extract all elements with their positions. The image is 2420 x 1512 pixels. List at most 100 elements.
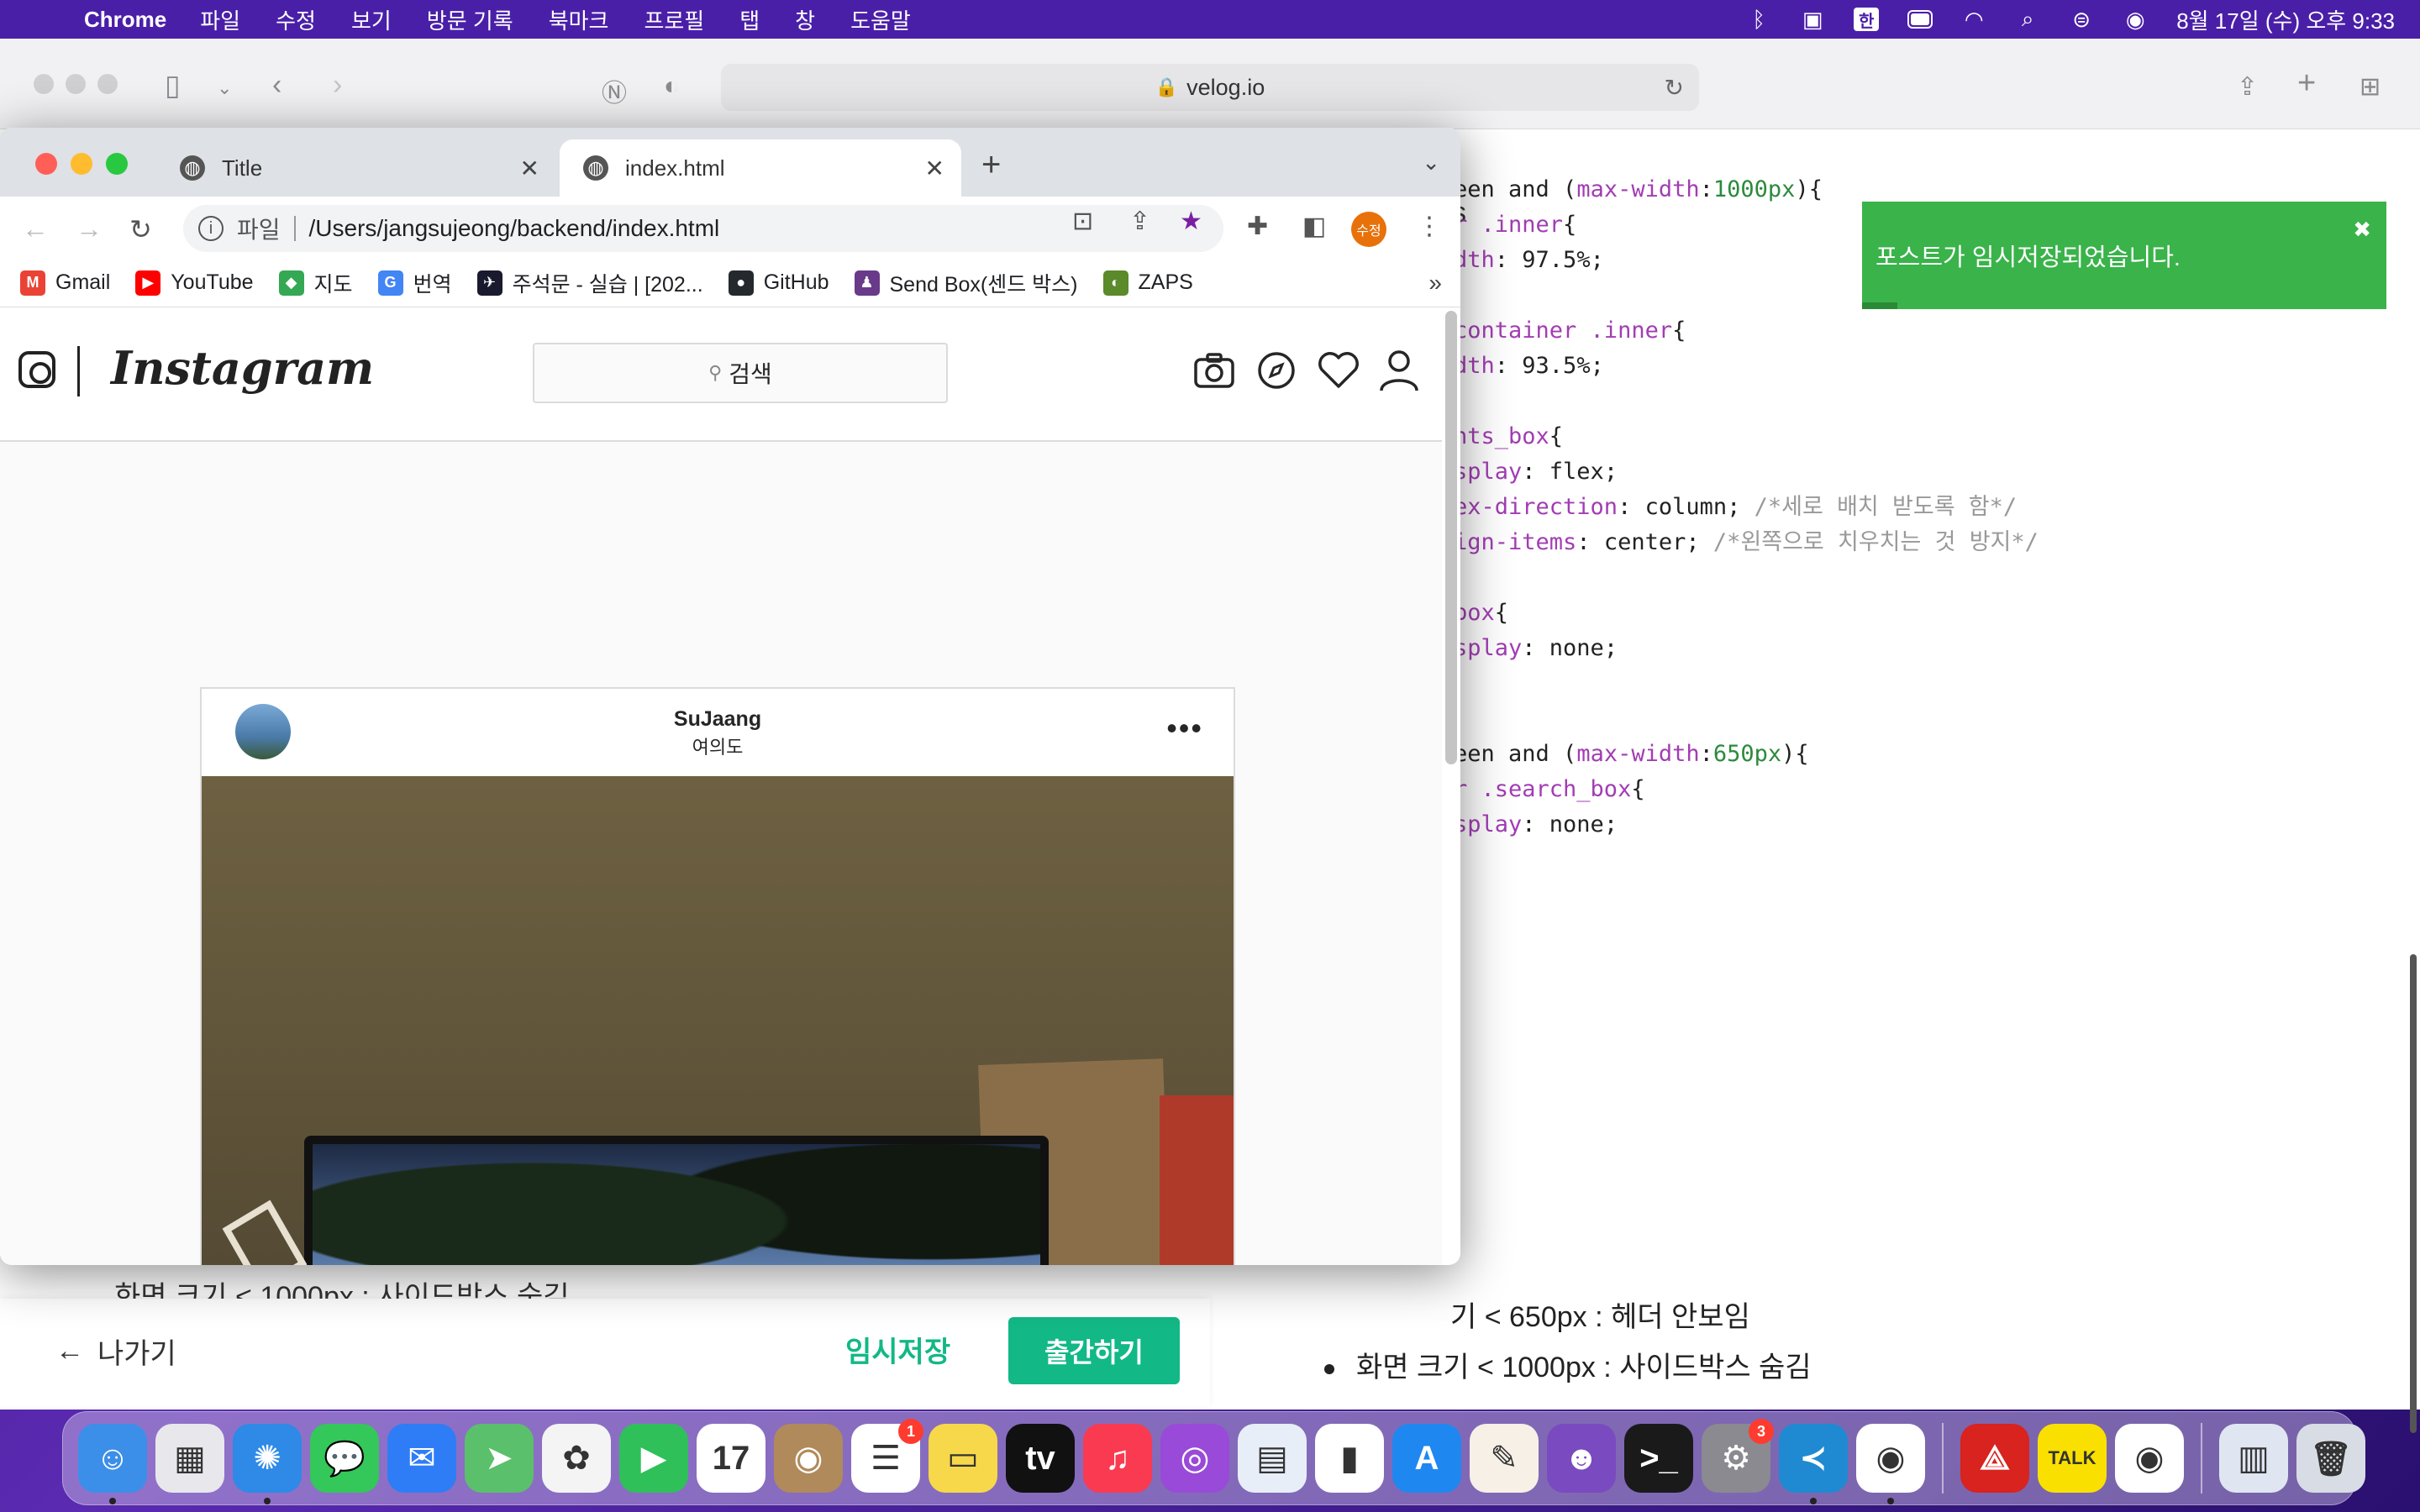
close-tab-icon[interactable]: ✕ <box>520 155 539 182</box>
bookmark-item[interactable]: ◆ 지도 <box>278 268 353 298</box>
tab-search-icon[interactable]: ⌄ <box>1422 150 1440 176</box>
dock-numbers-icon[interactable]: ▮ <box>1315 1424 1384 1493</box>
extensions-icon[interactable]: ✚ <box>1247 212 1268 241</box>
minimize-window-button[interactable] <box>71 153 92 175</box>
dock-calendar-icon[interactable]: 17 <box>697 1424 765 1493</box>
new-tab-icon[interactable]: + <box>2297 66 2316 102</box>
more-menu-icon[interactable]: ⋮ <box>1417 212 1442 241</box>
translate-icon[interactable]: ⊡ <box>1072 207 1093 236</box>
temp-save-button[interactable]: 임시저장 <box>845 1329 950 1370</box>
reload-icon[interactable]: ↻ <box>129 213 152 245</box>
dock-system-preferences-icon[interactable]: ⚙ 3 <box>1702 1419 1774 1493</box>
close-tab-icon[interactable]: ✕ <box>925 155 944 182</box>
menu-edit[interactable]: 수정 <box>276 4 316 35</box>
post-location[interactable]: 여의도 <box>202 732 1234 759</box>
battery-icon[interactable] <box>1907 8 1933 30</box>
bookmark-item[interactable]: ◐ ZAPS <box>1102 270 1193 296</box>
share-icon[interactable]: ⇪ <box>1129 207 1150 236</box>
bookmark-item[interactable]: ● GitHub <box>728 270 829 296</box>
dock-messages-icon[interactable]: 💬 <box>310 1424 379 1493</box>
bookmark-item[interactable]: M Gmail <box>20 270 110 296</box>
menu-view[interactable]: 보기 <box>351 4 392 35</box>
dock-safari-icon[interactable]: ✺ <box>233 1424 302 1504</box>
notion-extension-icon[interactable]: Ⓝ <box>602 72 627 109</box>
dock-chrome-icon[interactable]: ◉ <box>1856 1424 1925 1504</box>
menu-window[interactable]: 창 <box>795 4 815 35</box>
dock-finder-icon[interactable]: ☺ <box>78 1424 147 1504</box>
dock-pages-icon[interactable]: ✎ <box>1470 1424 1539 1493</box>
back-icon[interactable]: ‹ <box>272 69 281 102</box>
bookmark-item[interactable]: G 번역 <box>377 268 452 298</box>
post-username[interactable]: SuJaang <box>202 707 1234 732</box>
dock-kakaotalk-icon[interactable]: TALK <box>2038 1424 2107 1493</box>
dock-launchpad-icon[interactable]: ▦ <box>155 1424 224 1493</box>
close-window-button[interactable] <box>35 153 57 175</box>
dock-notes-icon[interactable]: ▭ <box>929 1424 997 1493</box>
dock-vscode-icon[interactable]: ≺ <box>1779 1424 1848 1504</box>
menu-file[interactable]: 파일 <box>200 4 240 35</box>
forward-icon[interactable]: › <box>333 69 342 102</box>
dock-apple-tv-icon[interactable]: tv <box>1006 1424 1075 1493</box>
address-bar[interactable]: i 파일 /Users/jangsujeong/backend/index.ht… <box>183 205 1223 252</box>
dock-github-desktop-icon[interactable]: ☻ <box>1547 1424 1616 1493</box>
back-icon[interactable]: ← <box>22 213 49 244</box>
instagram-logo-icon[interactable] <box>18 351 55 388</box>
search-input[interactable]: ⚲ 검색 <box>533 343 948 403</box>
dock-documents-icon[interactable]: ▥ <box>2219 1424 2288 1493</box>
dock-podcasts-icon[interactable]: ◎ <box>1160 1424 1229 1493</box>
instagram-wordmark[interactable]: Instagram <box>111 341 374 395</box>
menu-help[interactable]: 도움말 <box>850 4 911 35</box>
forward-icon[interactable]: → <box>76 213 103 244</box>
safari-window-controls[interactable] <box>34 74 118 94</box>
menu-tab[interactable]: 탭 <box>739 4 760 35</box>
publish-button[interactable]: 출간하기 <box>1008 1317 1180 1384</box>
reload-icon[interactable]: ↻ <box>1665 74 1684 102</box>
tab-title[interactable]: ◍ Title ✕ <box>156 139 556 197</box>
chevron-down-icon[interactable]: ⌄ <box>217 77 232 99</box>
bookmark-star-icon[interactable]: ★ <box>1180 207 1202 236</box>
input-source-icon[interactable]: 한 <box>1854 8 1880 31</box>
tab-index-html[interactable]: ◍ index.html ✕ <box>560 139 961 197</box>
profile-icon[interactable] <box>1376 348 1422 393</box>
menu-history[interactable]: 방문 기록 <box>427 4 513 35</box>
post-photo[interactable] <box>202 776 1234 1265</box>
profile-avatar[interactable]: 수정 <box>1351 212 1386 247</box>
heart-icon[interactable] <box>1316 348 1361 393</box>
dock-trash-icon[interactable]: 🗑 <box>2296 1424 2365 1493</box>
tab-overview-icon[interactable]: ⊞ <box>2360 72 2381 102</box>
dock-facetime-icon[interactable]: ▶ <box>619 1424 688 1493</box>
dock-photos-icon[interactable]: ✿ <box>542 1424 611 1493</box>
dock-music-icon[interactable]: ♫ <box>1083 1424 1152 1493</box>
menu-profiles[interactable]: 프로필 <box>644 4 704 35</box>
spotlight-search-icon[interactable]: ⌕ <box>2015 6 2040 31</box>
side-panel-icon[interactable]: ◧ <box>1302 212 1326 241</box>
dock-mail-icon[interactable]: ✉ <box>387 1424 456 1493</box>
camera-icon[interactable] <box>1192 348 1237 393</box>
bookmark-item[interactable]: ✈ 주석문 - 실습 | [202... <box>476 268 703 298</box>
explore-compass-icon[interactable] <box>1254 348 1299 393</box>
bookmarks-overflow-icon[interactable]: » <box>1428 270 1442 297</box>
bluetooth-icon[interactable]: ᛒ <box>1746 7 1771 32</box>
app-menu-chrome[interactable]: Chrome <box>84 7 166 33</box>
dock-terminal-icon[interactable]: >_ <box>1624 1424 1693 1493</box>
siri-icon[interactable]: ◉ <box>2123 7 2148 32</box>
menubar-clock[interactable]: 8월 17일 (수) 오후 9:33 <box>2176 4 2395 35</box>
menu-bookmarks[interactable]: 북마크 <box>549 4 609 35</box>
fullscreen-window-button[interactable] <box>106 153 128 175</box>
dock-chrome-2-icon[interactable]: ◉ <box>2115 1424 2184 1493</box>
control-center-icon[interactable]: ⊜ <box>2069 7 2094 32</box>
safari-address-bar[interactable]: 🔒 velog.io ↻ <box>721 64 1699 111</box>
dock-app-store-icon[interactable]: A <box>1392 1424 1461 1493</box>
privacy-shield-icon[interactable]: ◐ <box>664 72 679 101</box>
wifi-icon[interactable]: ◠ <box>1961 7 1986 32</box>
more-options-icon[interactable]: ••• <box>1166 711 1203 746</box>
dock-acrobat-icon[interactable]: ⟁ <box>1960 1424 2029 1493</box>
site-info-icon[interactable]: i <box>198 216 224 241</box>
page-scrollbar[interactable] <box>1445 311 1457 764</box>
dock-maps-icon[interactable]: ➤ <box>465 1424 534 1493</box>
dock-contacts-icon[interactable]: ◉ <box>774 1424 843 1493</box>
screen-mirroring-icon[interactable]: ▣ <box>1800 7 1825 32</box>
toast-close-icon[interactable]: ✖ <box>2353 217 2371 243</box>
dock-keynote-icon[interactable]: ▤ <box>1238 1424 1307 1493</box>
sidebar-toggle-icon[interactable]: ▯ <box>165 69 181 102</box>
